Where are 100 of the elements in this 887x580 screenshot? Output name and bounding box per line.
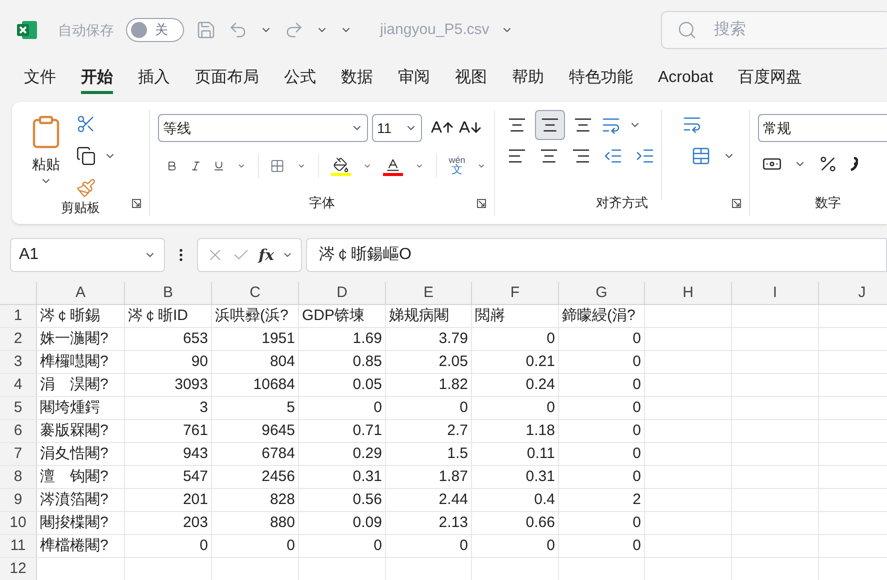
table-cell: 涓 淏闀? <box>40 376 108 393</box>
font-color-icon[interactable] <box>383 156 404 176</box>
table-cell: 0 <box>546 537 555 554</box>
ribbon-tab[interactable]: 审阅 <box>398 64 430 94</box>
ribbon-tab[interactable]: 特色功能 <box>569 64 633 94</box>
scissors-icon[interactable] <box>76 114 96 134</box>
row-header[interactable]: 10 <box>0 512 37 534</box>
name-box[interactable]: A1 <box>10 238 165 272</box>
row-header[interactable]: 5 <box>0 397 37 419</box>
table-cell: 榫檔棬闀? <box>40 537 108 554</box>
search-field[interactable]: 搜索 <box>661 11 887 49</box>
column-header[interactable]: E <box>386 282 472 304</box>
column-header[interactable]: C <box>212 282 299 304</box>
dialog-launcher-icon[interactable] <box>477 199 486 208</box>
table-cell: 澶 钩闀? <box>40 468 108 485</box>
column-header[interactable]: G <box>559 282 645 304</box>
table-cell: 9645 <box>262 422 295 439</box>
table-cell: 0 <box>632 537 641 554</box>
table-cell: 0.29 <box>352 445 382 462</box>
table-cell: 0 <box>374 537 382 554</box>
copy-icon[interactable] <box>76 146 96 166</box>
table-cell: 0.71 <box>352 422 382 439</box>
ribbon-tab[interactable]: Acrobat <box>658 64 714 94</box>
table-cell: 0.56 <box>352 491 382 508</box>
column-header[interactable]: B <box>125 282 212 304</box>
ribbon-tab[interactable]: 百度网盘 <box>738 64 802 94</box>
table-cell: 2.13 <box>438 514 468 531</box>
ribbon-tab[interactable]: 插入 <box>138 64 170 94</box>
row-header[interactable]: 11 <box>0 535 37 557</box>
phonetic-button[interactable]: wén 文 <box>448 156 466 176</box>
row-header[interactable]: 8 <box>0 466 37 488</box>
row-header[interactable]: 2 <box>0 328 37 350</box>
table-cell: 0.09 <box>352 514 382 531</box>
table-cell: 1.5 <box>447 445 468 462</box>
search-icon <box>677 20 697 40</box>
autosave-toggle[interactable]: 关 <box>126 18 184 42</box>
column-header[interactable]: I <box>732 282 819 304</box>
table-cell: 1.82 <box>438 376 468 393</box>
ribbon-tab[interactable]: 文件 <box>24 64 56 94</box>
row-header[interactable]: 3 <box>0 351 37 373</box>
formula-field[interactable]: 涔￠晣鍚嶇О <box>306 238 887 272</box>
table-cell: 0.24 <box>526 376 555 393</box>
dialog-launcher-icon[interactable] <box>732 199 741 208</box>
table-cell: 0 <box>632 468 641 485</box>
fill-color-icon[interactable] <box>330 156 351 176</box>
table-cell: 0 <box>546 330 555 347</box>
table-cell: 2.44 <box>438 491 468 508</box>
middle-align-button[interactable] <box>535 110 565 140</box>
ribbon-tab[interactable]: 视图 <box>455 64 487 94</box>
paintbrush-icon[interactable] <box>76 178 96 198</box>
table-cell: 201 <box>182 491 208 508</box>
table-cell: 涔￠晣ID <box>128 307 188 324</box>
table-cell: 0.11 <box>526 445 555 462</box>
table-cell: 1.69 <box>352 330 382 347</box>
table-cell: 娣规病闀 <box>389 307 449 324</box>
row-header[interactable]: 9 <box>0 489 37 511</box>
table-cell: 0 <box>374 399 382 416</box>
table-cell: 0.05 <box>352 376 382 393</box>
ribbon-tab[interactable]: 帮助 <box>512 64 544 94</box>
insert-function-button[interactable]: fx <box>258 244 274 266</box>
column-header[interactable]: A <box>37 282 125 304</box>
group-label: 字体 <box>309 194 335 212</box>
ribbon-tab[interactable]: 页面布局 <box>195 64 259 94</box>
table-cell: 10684 <box>253 376 295 393</box>
number-format-dropdown[interactable]: 常规 <box>758 114 887 142</box>
table-cell: 闀捘楪闀? <box>40 514 108 531</box>
ribbon-tab[interactable]: 数据 <box>341 64 373 94</box>
table-cell: 褰版槑闀? <box>40 422 108 439</box>
table-cell: 943 <box>182 445 208 462</box>
table-cell: 880 <box>270 514 295 531</box>
column-header[interactable]: J <box>819 282 887 304</box>
percent-icon[interactable] <box>818 154 838 174</box>
table-cell: 0.31 <box>352 468 382 485</box>
dialog-launcher-icon[interactable] <box>132 199 141 208</box>
row-header[interactable]: 4 <box>0 374 37 396</box>
table-cell: 姝一湤闀? <box>40 330 108 347</box>
row-header[interactable]: 6 <box>0 420 37 442</box>
table-cell: 761 <box>182 422 208 439</box>
table-cell: 0.21 <box>526 353 555 370</box>
column-header[interactable]: H <box>645 282 732 304</box>
table-cell: 0 <box>460 399 468 416</box>
column-header[interactable]: F <box>472 282 559 304</box>
row-header[interactable]: 12 <box>0 558 37 580</box>
table-cell: 0 <box>632 514 641 531</box>
ribbon-tab[interactable]: 公式 <box>284 64 316 94</box>
row-header[interactable]: 7 <box>0 443 37 465</box>
table-cell: 0 <box>200 537 208 554</box>
table-cell: 804 <box>270 353 295 370</box>
merge-cells-icon[interactable] <box>691 146 711 166</box>
font-size-dropdown[interactable]: 11 <box>372 114 422 142</box>
column-header[interactable]: D <box>299 282 386 304</box>
table-cell: 3093 <box>174 376 208 393</box>
row-header[interactable]: 1 <box>0 305 37 327</box>
paste-label[interactable]: 粘贴 <box>32 154 60 175</box>
group-label: 对齐方式 <box>596 194 648 212</box>
table-cell: 0 <box>632 376 641 393</box>
font-name-dropdown[interactable]: 等线 <box>158 114 368 142</box>
ribbon-tab[interactable]: 开始 <box>81 64 113 94</box>
table-cell: 653 <box>182 330 208 347</box>
table-cell: 0 <box>632 330 641 347</box>
